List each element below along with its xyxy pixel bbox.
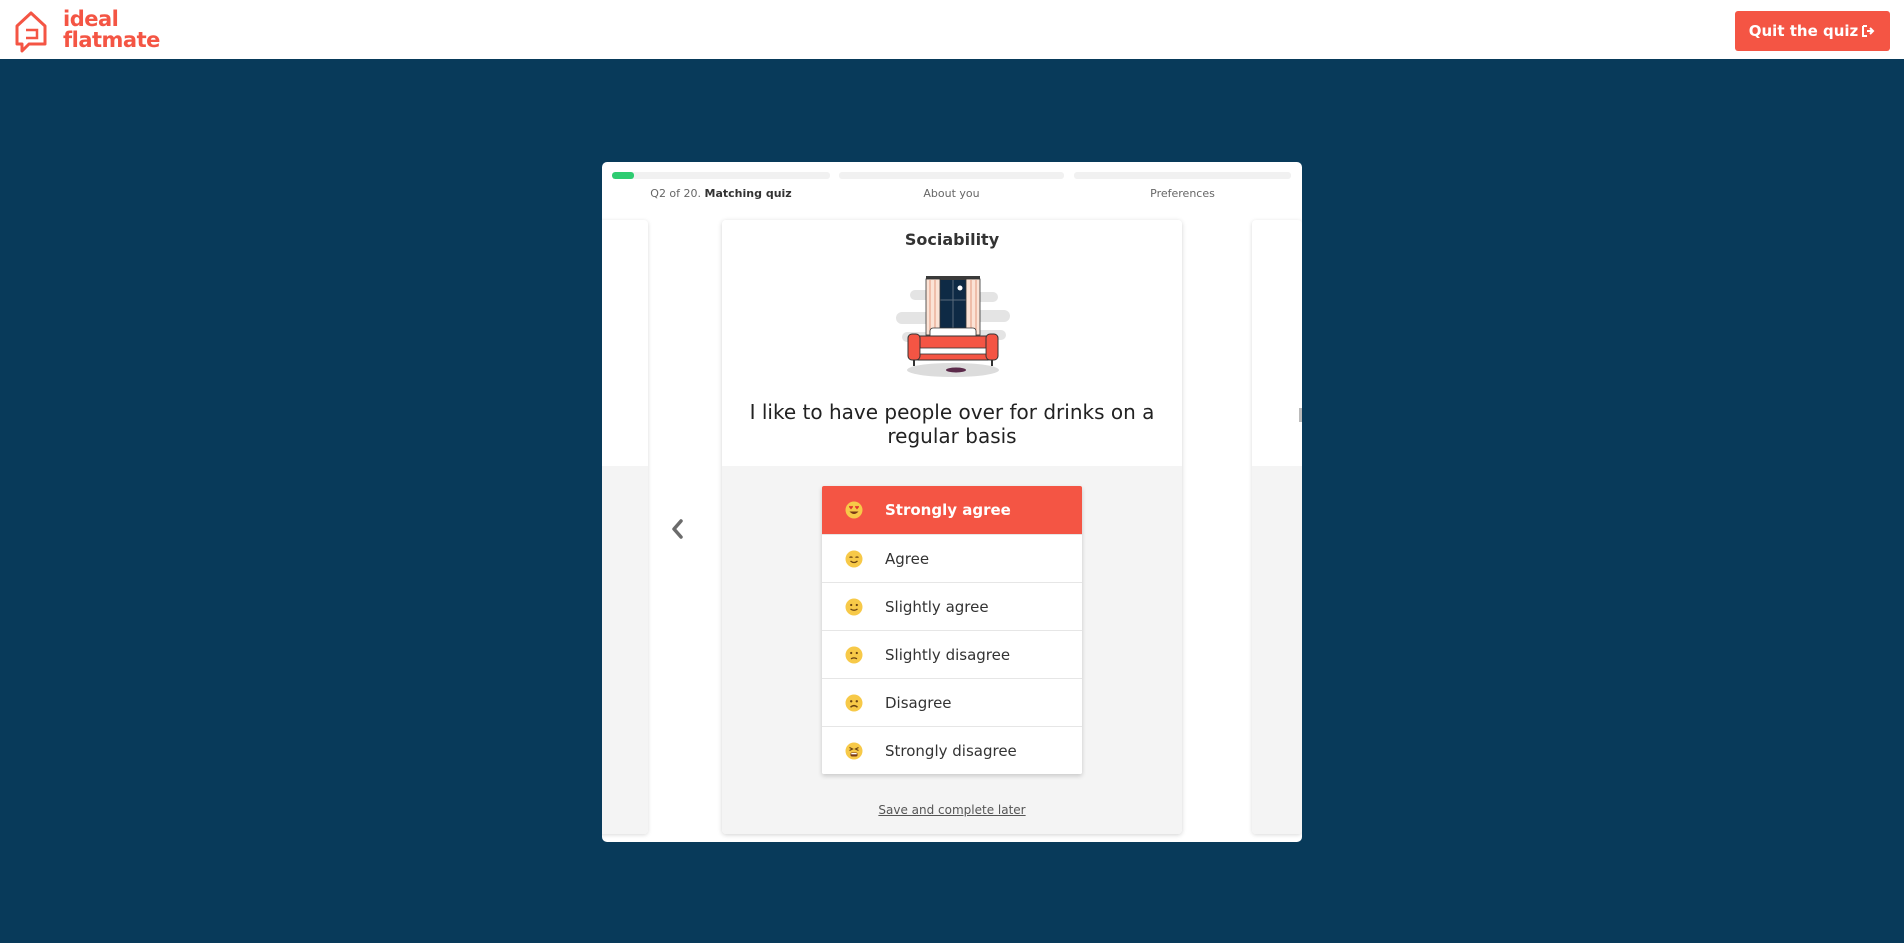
- house-chat-icon: [15, 11, 47, 53]
- top-header: ideal flatmate Quit the quiz: [0, 0, 1904, 59]
- question-counter: Q2 of 20.: [650, 187, 702, 200]
- question-text: I like to have people over for drinks on…: [749, 400, 1155, 448]
- progress-track: [839, 172, 1064, 179]
- ideal-flatmate-logo[interactable]: ideal flatmate: [13, 8, 173, 54]
- heart-eyes-emoji-icon: [845, 501, 863, 519]
- progress-fill: [612, 172, 634, 179]
- progress-step-label: Q2 of 20. Matching quiz: [612, 187, 830, 200]
- category-title: Sociability: [904, 230, 1000, 249]
- question-card: Sociability I like to have people over f…: [722, 220, 1182, 834]
- progress-track: [612, 172, 830, 179]
- answer-label: Disagree: [885, 694, 952, 712]
- content-emoji-icon: [845, 550, 863, 568]
- quit-quiz-button[interactable]: Quit the quiz: [1735, 11, 1890, 51]
- progress-track: [1074, 172, 1291, 179]
- frown-emoji-icon: [845, 694, 863, 712]
- answer-label: Slightly disagree: [885, 646, 1011, 664]
- sign-out-icon: [1862, 25, 1875, 37]
- progress-step-label: Preferences: [1150, 187, 1215, 200]
- previous-question-button[interactable]: [666, 514, 688, 544]
- quiz-progress: Q2 of 20. Matching quiz About you Prefer…: [612, 172, 1294, 202]
- slight-frown-emoji-icon: [845, 646, 863, 664]
- chevron-left-icon: [672, 519, 683, 539]
- quit-quiz-label: Quit the quiz: [1748, 22, 1859, 40]
- logo-wordmark: ideal flatmate: [63, 9, 160, 51]
- previous-card-peek: [602, 220, 648, 834]
- answer-option[interactable]: Disagree: [822, 678, 1082, 726]
- answer-list: Strongly agree Agree Slightly agree Slightl…: [822, 486, 1082, 774]
- progress-step-preferences: Preferences: [1074, 172, 1291, 202]
- progress-step-about-you: About you: [839, 172, 1064, 202]
- scroll-indicator: [1299, 408, 1302, 422]
- answer-option[interactable]: Strongly agree: [822, 486, 1082, 534]
- save-and-complete-later-link[interactable]: Save and complete later: [722, 803, 1182, 817]
- progress-step-label: About you: [923, 187, 980, 200]
- logo-line-1: ideal: [63, 7, 119, 31]
- tired-face-emoji-icon: [845, 742, 863, 760]
- answer-label: Slightly agree: [885, 598, 989, 616]
- next-card-peek: [1252, 220, 1302, 834]
- sofa-window-illustration: [896, 276, 1010, 377]
- question-header: Sociability I like to have people over f…: [722, 220, 1182, 466]
- answer-option[interactable]: Slightly disagree: [822, 630, 1082, 678]
- quiz-panel: Q2 of 20. Matching quiz About you Prefer…: [602, 162, 1302, 842]
- answer-option[interactable]: Slightly agree: [822, 582, 1082, 630]
- slight-smile-emoji-icon: [845, 598, 863, 616]
- answer-option[interactable]: Agree: [822, 534, 1082, 582]
- progress-step-matching-quiz: Q2 of 20. Matching quiz: [612, 172, 830, 202]
- step-name: Matching quiz: [704, 187, 792, 200]
- answer-option[interactable]: Strongly disagree: [822, 726, 1082, 774]
- answer-label: Strongly agree: [885, 501, 1011, 519]
- answer-label: Agree: [885, 550, 930, 568]
- logo-line-2: flatmate: [63, 28, 160, 52]
- answer-label: Strongly disagree: [885, 742, 1017, 760]
